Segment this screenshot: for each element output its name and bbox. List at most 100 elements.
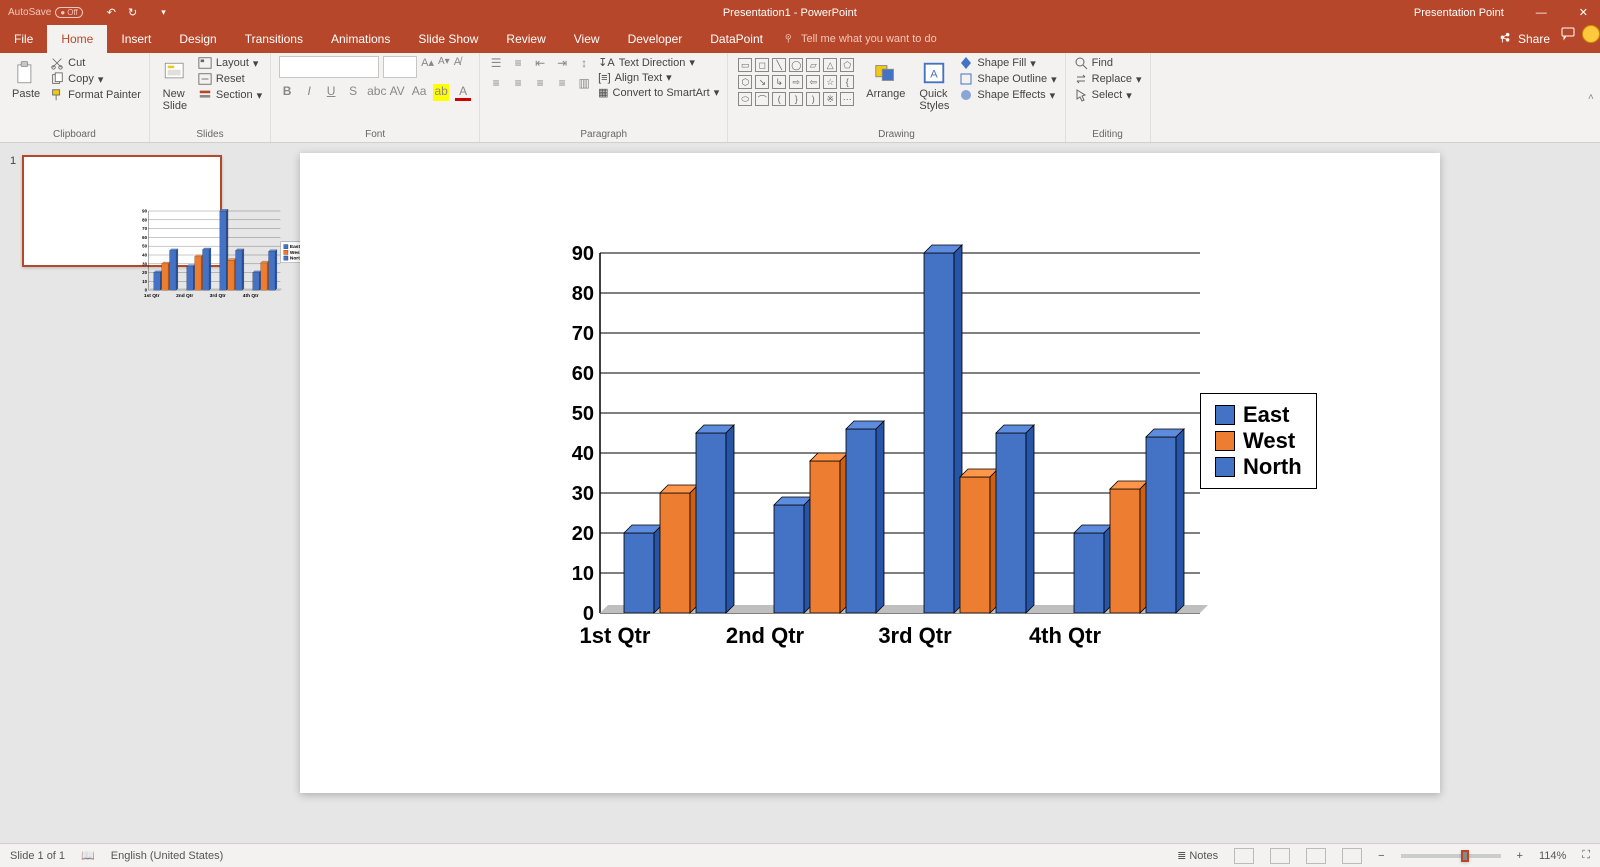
- convert-smartart-button[interactable]: ▦ Convert to SmartArt ▾: [598, 86, 719, 99]
- svg-text:10: 10: [142, 279, 147, 284]
- slide-position: Slide 1 of 1: [10, 850, 65, 862]
- tab-home[interactable]: Home: [47, 25, 107, 53]
- layout-button[interactable]: Layout ▾: [198, 56, 262, 70]
- comments-icon[interactable]: [1560, 25, 1576, 53]
- zoom-slider[interactable]: [1401, 854, 1501, 858]
- font-size-input[interactable]: [383, 56, 417, 78]
- italic-icon[interactable]: I: [301, 84, 317, 101]
- tab-slide-show[interactable]: Slide Show: [404, 25, 492, 53]
- tab-developer[interactable]: Developer: [614, 25, 697, 53]
- svg-text:70: 70: [572, 323, 594, 345]
- cut-button[interactable]: Cut: [50, 56, 141, 70]
- tab-insert[interactable]: Insert: [107, 25, 165, 53]
- align-left-icon[interactable]: ≡: [488, 76, 504, 90]
- tab-review[interactable]: Review: [492, 25, 559, 53]
- group-paragraph: ☰ ≡ ⇤ ⇥ ↕ ≡ ≡ ≡ ≡ ▥ ↧A Text Direction ▾ …: [480, 53, 728, 142]
- section-button[interactable]: Section ▾: [198, 88, 262, 102]
- autosave-toggle[interactable]: AutoSave ●Off: [8, 7, 83, 18]
- spellcheck-icon[interactable]: 📖: [81, 849, 95, 862]
- columns-icon[interactable]: ▥: [576, 76, 592, 90]
- decrease-font-icon[interactable]: A▾: [438, 56, 450, 78]
- group-clipboard: Paste Cut Copy ▾ Format Painter Clipboar…: [0, 53, 150, 142]
- slide-1[interactable]: 01020304050607080901st Qtr2nd Qtr3rd Qtr…: [300, 153, 1440, 793]
- format-painter-button[interactable]: Format Painter: [50, 88, 141, 102]
- highlight-icon[interactable]: ab: [433, 84, 449, 101]
- tell-me-search[interactable]: Tell me what you want to do: [783, 25, 937, 53]
- change-case-icon[interactable]: Aa: [411, 84, 427, 101]
- reset-button[interactable]: Reset: [198, 72, 262, 86]
- svg-text:40: 40: [142, 253, 147, 258]
- bold-icon[interactable]: B: [279, 84, 295, 101]
- font-color-icon[interactable]: A: [455, 84, 471, 101]
- shape-fill-button[interactable]: Shape Fill ▾: [959, 56, 1056, 70]
- close-icon[interactable]: ✕: [1579, 6, 1588, 19]
- tab-datapoint[interactable]: DataPoint: [696, 25, 777, 53]
- slide-canvas-area[interactable]: 01020304050607080901st Qtr2nd Qtr3rd Qtr…: [240, 143, 1600, 843]
- shape-effects-button[interactable]: Shape Effects ▾: [959, 88, 1056, 102]
- undo-icon[interactable]: ↶: [107, 6, 116, 19]
- notes-button[interactable]: ≣ Notes: [1177, 849, 1218, 862]
- find-button[interactable]: Find: [1074, 56, 1142, 70]
- language-label[interactable]: English (United States): [111, 850, 224, 862]
- decrease-indent-icon[interactable]: ⇤: [532, 56, 548, 70]
- align-right-icon[interactable]: ≡: [532, 76, 548, 90]
- slide-thumbnail-1[interactable]: 01020304050607080901st Qtr2nd Qtr3rd Qtr…: [22, 155, 222, 267]
- share-button[interactable]: Share: [1488, 25, 1560, 53]
- window-title: Presentation1 - PowerPoint: [166, 7, 1414, 19]
- copy-button[interactable]: Copy ▾: [50, 72, 141, 86]
- reading-view-icon[interactable]: [1306, 848, 1326, 864]
- align-text-button[interactable]: [≡] Align Text ▾: [598, 71, 719, 84]
- char-spacing-icon[interactable]: AV: [389, 84, 405, 101]
- select-button[interactable]: Select ▾: [1074, 88, 1142, 102]
- tab-design[interactable]: Design: [165, 25, 230, 53]
- svg-text:80: 80: [142, 217, 147, 222]
- justify-icon[interactable]: ≡: [554, 76, 570, 90]
- svg-text:60: 60: [572, 363, 594, 385]
- paste-button[interactable]: Paste: [8, 56, 44, 104]
- line-spacing-icon[interactable]: ↕: [576, 56, 592, 70]
- tab-view[interactable]: View: [560, 25, 614, 53]
- svg-text:30: 30: [142, 261, 147, 266]
- new-slide-button[interactable]: New Slide: [158, 56, 192, 116]
- shadow-icon[interactable]: S: [345, 84, 361, 101]
- zoom-in-icon[interactable]: +: [1517, 850, 1523, 862]
- arrange-button[interactable]: Arrange: [862, 56, 909, 104]
- quick-styles-button[interactable]: A Quick Styles: [915, 56, 953, 116]
- title-bar: AutoSave ●Off ↶ ↻ ▾ Presentation1 - Powe…: [0, 0, 1600, 25]
- zoom-level[interactable]: 114%: [1539, 850, 1566, 862]
- increase-indent-icon[interactable]: ⇥: [554, 56, 570, 70]
- text-direction-button[interactable]: ↧A Text Direction ▾: [598, 56, 719, 69]
- clear-formatting-icon[interactable]: A̸: [454, 56, 461, 78]
- align-center-icon[interactable]: ≡: [510, 76, 526, 90]
- underline-icon[interactable]: U: [323, 84, 339, 101]
- shape-outline-button[interactable]: Shape Outline ▾: [959, 72, 1056, 86]
- replace-button[interactable]: Replace ▾: [1074, 72, 1142, 86]
- font-name-input[interactable]: [279, 56, 379, 78]
- account-face-icon[interactable]: [1582, 25, 1600, 43]
- slide-thumbnail-panel: 1 01020304050607080901st Qtr2nd Qtr3rd Q…: [0, 143, 240, 843]
- group-drawing: ▭◻╲◯▱△⬠ ⬡↘↳⇨⇦☆{ ⬭⌒(})※⋯ Arrange A Quick …: [728, 53, 1065, 142]
- tab-transitions[interactable]: Transitions: [231, 25, 317, 53]
- numbering-icon[interactable]: ≡: [510, 56, 526, 70]
- thumb-number: 1: [10, 155, 16, 267]
- zoom-out-icon[interactable]: −: [1378, 850, 1384, 862]
- tab-animations[interactable]: Animations: [317, 25, 404, 53]
- fit-to-window-icon[interactable]: ⛶: [1582, 849, 1590, 862]
- slideshow-view-icon[interactable]: [1342, 848, 1362, 864]
- redo-icon[interactable]: ↻: [128, 6, 137, 19]
- svg-text:90: 90: [572, 243, 594, 265]
- bullets-icon[interactable]: ☰: [488, 56, 504, 70]
- strikethrough-icon[interactable]: abc: [367, 84, 383, 101]
- ribbon: Paste Cut Copy ▾ Format Painter Clipboar…: [0, 53, 1600, 143]
- chart[interactable]: 01020304050607080901st Qtr2nd Qtr3rd Qtr…: [480, 253, 1320, 693]
- minimize-icon[interactable]: —: [1536, 7, 1547, 19]
- increase-font-icon[interactable]: A▴: [421, 56, 434, 78]
- collapse-ribbon-icon[interactable]: ˄: [1588, 92, 1600, 103]
- svg-text:10: 10: [572, 563, 594, 585]
- tab-file[interactable]: File: [0, 25, 47, 53]
- normal-view-icon[interactable]: [1234, 848, 1254, 864]
- shapes-gallery[interactable]: ▭◻╲◯▱△⬠ ⬡↘↳⇨⇦☆{ ⬭⌒(})※⋯: [736, 56, 856, 108]
- svg-text:50: 50: [572, 403, 594, 425]
- slide-sorter-view-icon[interactable]: [1270, 848, 1290, 864]
- ribbon-tabs: File Home Insert Design Transitions Anim…: [0, 25, 1600, 53]
